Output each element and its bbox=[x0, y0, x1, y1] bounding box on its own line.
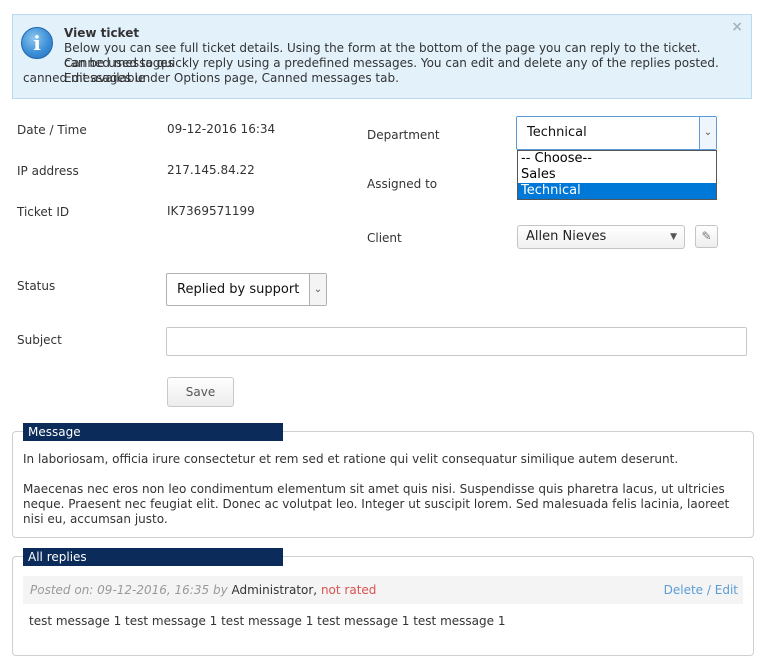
department-selected-value: Technical bbox=[527, 125, 587, 140]
department-option-choose[interactable]: -- Choose-- bbox=[518, 151, 716, 167]
save-button[interactable]: Save bbox=[167, 377, 234, 407]
reply-rating: not rated bbox=[320, 583, 377, 597]
info-icon: i bbox=[21, 27, 53, 59]
department-label: Department bbox=[367, 128, 440, 142]
notice-text-line3: canned messages under Options page, Cann… bbox=[23, 71, 399, 85]
reply-actions: Delete / Edit bbox=[664, 583, 738, 597]
client-label: Client bbox=[367, 231, 402, 245]
message-legend: Message bbox=[23, 423, 283, 441]
subject-label: Subject bbox=[17, 333, 62, 347]
department-option-sales[interactable]: Sales bbox=[518, 167, 716, 183]
caret-down-icon: ▼ bbox=[670, 232, 677, 242]
department-dropdown-list[interactable]: -- Choose-- Sales Technical bbox=[517, 150, 717, 200]
reply-author: Administrator, bbox=[231, 583, 318, 597]
reply-actions-separator: / bbox=[706, 583, 711, 597]
info-notice: i View ticket Below you can see full tic… bbox=[12, 14, 752, 99]
reply-text: test message 1 test message 1 test messa… bbox=[29, 614, 506, 628]
status-selected-value: Replied by support bbox=[177, 282, 300, 297]
message-paragraph-2: Maecenas nec eros non leo condimentum el… bbox=[23, 482, 730, 526]
reply-by: by bbox=[212, 583, 228, 597]
pencil-icon: ✎ bbox=[701, 229, 712, 243]
notice-title: View ticket bbox=[64, 26, 140, 40]
subject-input[interactable] bbox=[166, 327, 747, 356]
ip-value: 217.145.84.22 bbox=[167, 163, 255, 177]
ticket-id-label: Ticket ID bbox=[17, 205, 70, 219]
reply-edit-link[interactable]: Edit bbox=[715, 583, 738, 597]
reply-delete-link[interactable]: Delete bbox=[664, 583, 703, 597]
client-select[interactable]: Allen Nieves ▼ bbox=[517, 225, 685, 249]
assigned-label: Assigned to bbox=[367, 177, 438, 191]
client-selected-value: Allen Nieves bbox=[526, 229, 607, 244]
reply-posted-prefix: Posted on: bbox=[30, 583, 94, 597]
date-label: Date / Time bbox=[17, 123, 87, 137]
reply-meta: Posted on: 09-12-2016, 16:35 by Administ… bbox=[30, 583, 376, 597]
ip-label: IP address bbox=[17, 164, 79, 178]
close-icon[interactable]: × bbox=[731, 19, 743, 35]
status-label: Status bbox=[17, 279, 56, 293]
date-value: 09-12-2016 16:34 bbox=[167, 122, 276, 136]
department-option-technical[interactable]: Technical bbox=[518, 183, 716, 199]
department-select[interactable]: Technical ⌄ bbox=[516, 116, 717, 150]
chevron-down-icon[interactable]: ⌄ bbox=[309, 274, 326, 305]
edit-client-button[interactable]: ✎ bbox=[695, 225, 718, 248]
replies-fieldset bbox=[12, 556, 754, 656]
chevron-down-icon[interactable]: ⌄ bbox=[699, 117, 716, 149]
replies-legend: All replies bbox=[23, 548, 283, 566]
message-paragraph-1: In laboriosam, officia irure consectetur… bbox=[23, 452, 679, 466]
ticket-id-value: IK7369571199 bbox=[167, 204, 255, 218]
reply-header: Posted on: 09-12-2016, 16:35 by Administ… bbox=[23, 576, 743, 604]
reply-date: 09-12-2016, 16:35 bbox=[97, 583, 210, 597]
status-select[interactable]: Replied by support ⌄ bbox=[166, 273, 327, 306]
